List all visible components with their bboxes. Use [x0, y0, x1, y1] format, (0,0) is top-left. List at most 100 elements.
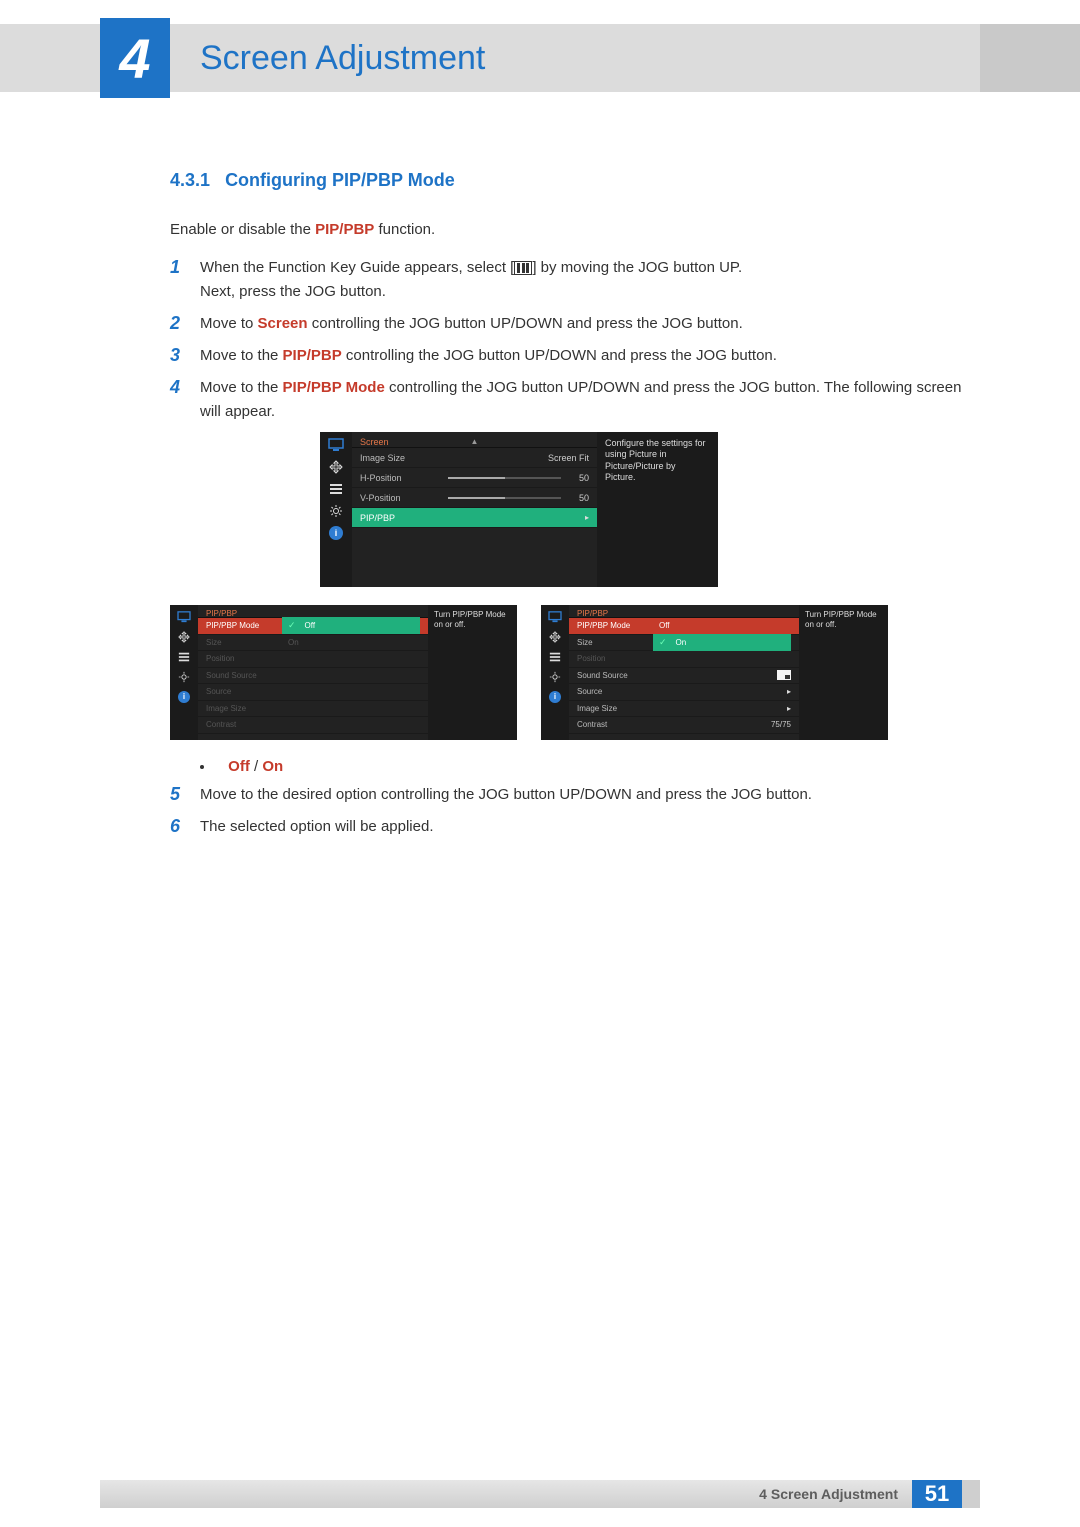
step-num-6: 6 — [170, 815, 188, 839]
off-on-bullet: Off / On — [200, 758, 980, 775]
step-6-body: The selected option will be applied. — [200, 815, 433, 839]
osd1-image-size-label: Image Size — [360, 453, 448, 463]
bullet-on: On — [262, 758, 283, 775]
osd2-source-label: Source — [206, 687, 282, 696]
osd3-position-label: Position — [577, 654, 653, 663]
step-1a: When the Function Key Guide appears, sel… — [200, 259, 514, 276]
monitor-icon — [327, 438, 345, 452]
osd2-position-label: Position — [206, 654, 282, 663]
info-icon: i — [549, 691, 561, 703]
osd2-row-position[interactable]: Position — [198, 651, 428, 668]
osd2-contrast-label: Contrast — [206, 720, 282, 729]
osd3-row-sound[interactable]: Sound Source — [569, 668, 799, 685]
slider-icon — [448, 497, 561, 499]
page-header: Screen Adjustment 4 — [0, 24, 1080, 102]
osd2-row-source[interactable]: Source — [198, 684, 428, 701]
section-heading: 4.3.1 Configuring PIP/PBP Mode — [170, 170, 980, 191]
menu-icon — [514, 261, 532, 275]
osd3-row-size[interactable]: Size ✓ On — [569, 635, 799, 652]
osd1-image-size-value: Screen Fit — [448, 453, 589, 463]
osd1-vpos-value: 50 — [567, 493, 589, 503]
step-num-4: 4 — [170, 376, 188, 424]
move-icon — [327, 460, 345, 474]
osd3-help: Turn PIP/PBP Mode on or off. — [799, 605, 885, 740]
move-icon — [177, 631, 192, 643]
content-column: 4.3.1 Configuring PIP/PBP Mode Enable or… — [170, 170, 980, 847]
osd2-row-sound[interactable]: Sound Source — [198, 668, 428, 685]
step-1c: Next, press the JOG button. — [200, 283, 386, 300]
osd-screen-menu: i Screen ▲ Image Size Screen Fit H-Posit… — [320, 432, 980, 587]
osd-pippbp-on: i PIP/PBP PIP/PBP Mode Off Size ✓On Pos — [541, 605, 888, 740]
osd2-row-img[interactable]: Image Size — [198, 701, 428, 718]
page-footer: 4 Screen Adjustment 51 — [100, 1479, 980, 1509]
intro-pre: Enable or disable the — [170, 221, 315, 238]
step-num-1: 1 — [170, 256, 188, 304]
osd2-row-mode[interactable]: PIP/PBP Mode ✓Off — [198, 618, 428, 635]
osd1-row-hpos[interactable]: H-Position 50 — [352, 468, 597, 488]
chapter-number-badge: 4 — [100, 18, 170, 98]
osd3-row-mode[interactable]: PIP/PBP Mode Off — [569, 618, 799, 635]
footer-tail — [962, 1480, 980, 1508]
osd2-row-on[interactable]: Size On — [198, 635, 428, 652]
osd1-hpos-label: H-Position — [360, 473, 448, 483]
step-5-body: Move to the desired option controlling t… — [200, 783, 812, 807]
osd1-title: Screen ▲ — [352, 432, 597, 448]
page-number-badge: 51 — [912, 1480, 962, 1508]
osd1-pippbp-label: PIP/PBP — [360, 513, 448, 523]
osd2-mode-label: PIP/PBP Mode — [206, 621, 282, 630]
osd2-row-contrast[interactable]: Contrast — [198, 717, 428, 734]
step-2a: Move to — [200, 315, 258, 332]
step-3-hl: PIP/PBP — [283, 347, 342, 364]
intro-post: function. — [374, 221, 435, 238]
osd2-img-label: Image Size — [206, 704, 282, 713]
monitor-icon — [548, 611, 563, 623]
list-icon — [548, 651, 563, 663]
step-1b: ] by moving the JOG button UP. — [532, 259, 742, 276]
chapter-title: Screen Adjustment — [200, 39, 485, 78]
step-2-body: Move to Screen controlling the JOG butto… — [200, 312, 743, 336]
footer-title: Screen Adjustment — [771, 1486, 898, 1502]
osd1-row-image-size[interactable]: Image Size Screen Fit — [352, 448, 597, 468]
osd3-source-label: Source — [577, 687, 653, 696]
osd-pippbp-off: i PIP/PBP PIP/PBP Mode ✓Off Size On Pos — [170, 605, 517, 740]
osd3-row-position[interactable]: Position — [569, 651, 799, 668]
osd3-mode-label: PIP/PBP Mode — [577, 621, 653, 630]
chevron-right-icon: ▸ — [787, 704, 791, 713]
osd3-row-img[interactable]: Image Size ▸ — [569, 701, 799, 718]
osd3-mode-on: On — [676, 638, 687, 647]
info-icon: i — [178, 691, 190, 703]
step-3b: controlling the JOG button UP/DOWN and p… — [342, 347, 777, 364]
osd2-help: Turn PIP/PBP Mode on or off. — [428, 605, 514, 740]
osd1-row-vpos[interactable]: V-Position 50 — [352, 488, 597, 508]
check-icon: ✓ — [659, 637, 667, 648]
osd1-help: Configure the settings for using Picture… — [597, 432, 714, 587]
bullet-off: Off — [228, 758, 250, 775]
osd3-sound-label: Sound Source — [577, 671, 653, 680]
info-icon: i — [329, 526, 343, 540]
gear-icon — [177, 671, 192, 683]
section-title-text: Configuring PIP/PBP Mode — [225, 170, 455, 190]
osd3-size-label: Size — [577, 638, 653, 647]
gear-icon — [548, 671, 563, 683]
step-2b: controlling the JOG button UP/DOWN and p… — [308, 315, 743, 332]
osd3-row-contrast[interactable]: Contrast 75/75 — [569, 717, 799, 734]
osd2-sound-label: Sound Source — [206, 671, 282, 680]
osd3-contrast-label: Contrast — [577, 720, 653, 729]
osd1-row-pippbp[interactable]: PIP/PBP ▸ — [352, 508, 597, 528]
pip-layout-icon — [777, 670, 791, 680]
osd1-vpos-label: V-Position — [360, 493, 448, 503]
osd3-contrast-value: 75/75 — [653, 720, 791, 729]
osd2-mode-off: Off — [305, 621, 316, 630]
bullet-sep: / — [250, 758, 263, 775]
step-4-hl: PIP/PBP Mode — [283, 379, 385, 396]
osd1-hpos-value: 50 — [567, 473, 589, 483]
slider-icon — [448, 477, 561, 479]
step-1-body: When the Function Key Guide appears, sel… — [200, 256, 742, 304]
osd3-img-label: Image Size — [577, 704, 653, 713]
step-2-hl: Screen — [258, 315, 308, 332]
osd3-row-source[interactable]: Source ▸ — [569, 684, 799, 701]
step-3a: Move to the — [200, 347, 283, 364]
step-num-2: 2 — [170, 312, 188, 336]
steps-list-cont: 5 Move to the desired option controlling… — [170, 783, 980, 839]
step-num-3: 3 — [170, 344, 188, 368]
